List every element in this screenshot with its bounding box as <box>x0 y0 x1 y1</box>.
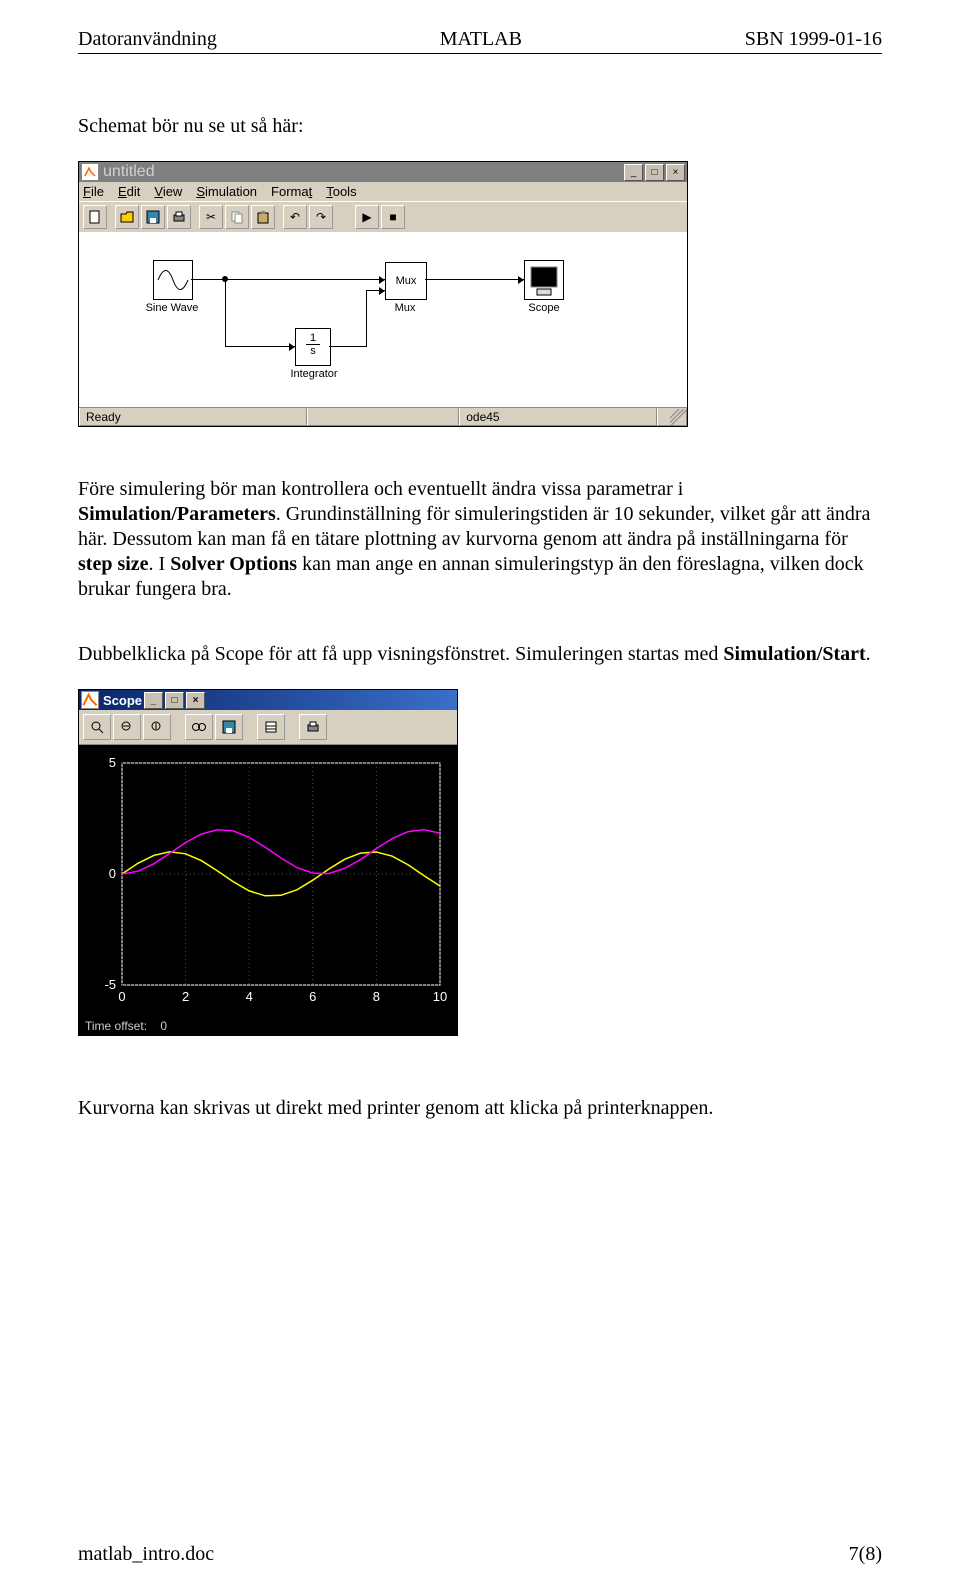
menu-format[interactable]: Format <box>271 184 312 199</box>
play-button[interactable]: ▶ <box>355 205 379 229</box>
block-integrator[interactable]: 1 s <box>295 328 331 366</box>
footer-right: 7(8) <box>849 1543 882 1566</box>
svg-text:0: 0 <box>118 989 125 1004</box>
titlebar: untitled _ □ × <box>79 162 687 182</box>
scope-toolbar <box>79 710 457 745</box>
scope-status: Time offset: 0 <box>79 1017 457 1035</box>
maximize-button[interactable]: □ <box>645 164 664 181</box>
svg-text:0: 0 <box>109 866 116 881</box>
status-progress <box>307 408 459 426</box>
block-scope[interactable] <box>524 260 564 300</box>
block-sine-wave[interactable] <box>153 260 193 300</box>
plot-area: 0246810-505 <box>85 753 451 1013</box>
close-button[interactable]: × <box>666 164 685 181</box>
block-scope-label: Scope <box>519 302 569 314</box>
svg-text:4: 4 <box>246 989 253 1004</box>
scope-close-button[interactable]: × <box>186 692 205 709</box>
page-header: Datoranvändning MATLAB SBN 1999-01-16 <box>78 28 882 54</box>
zoom-x-button[interactable] <box>113 714 141 740</box>
scope-window: Scope _ □ × 0246810-505 Time offset: <box>78 689 458 1036</box>
new-button[interactable] <box>83 205 107 229</box>
block-sine-wave-label: Sine Wave <box>137 302 207 314</box>
time-offset-value: 0 <box>160 1019 167 1033</box>
zoom-in-button[interactable] <box>83 714 111 740</box>
menu-file[interactable]: FFileile <box>83 184 104 199</box>
scope-app-icon <box>81 691 99 709</box>
print-button[interactable] <box>167 205 191 229</box>
stop-button[interactable]: ■ <box>381 205 405 229</box>
status-solver: ode45 <box>459 408 657 426</box>
header-right: SBN 1999-01-16 <box>745 28 882 51</box>
paste-button[interactable] <box>251 205 275 229</box>
svg-text:8: 8 <box>373 989 380 1004</box>
time-offset-label: Time offset: <box>85 1019 147 1033</box>
copy-button[interactable] <box>225 205 249 229</box>
simulink-window: untitled _ □ × FFileile Edit View Simula… <box>78 161 688 427</box>
resize-grip[interactable] <box>657 408 687 426</box>
window-title: untitled <box>103 163 155 181</box>
footer-left: matlab_intro.doc <box>78 1543 214 1566</box>
paragraph-3: Dubbelklicka på Scope för att få upp vis… <box>78 642 882 667</box>
scope-titlebar: Scope _ □ × <box>79 690 457 710</box>
svg-text:-5: -5 <box>104 977 116 992</box>
statusbar: Ready ode45 <box>79 407 687 426</box>
menu-view[interactable]: View <box>154 184 182 199</box>
svg-text:2: 2 <box>182 989 189 1004</box>
redo-button[interactable]: ↷ <box>309 205 333 229</box>
matlab-icon <box>81 163 99 181</box>
autoscale-button[interactable] <box>185 714 213 740</box>
undo-button[interactable]: ↶ <box>283 205 307 229</box>
open-button[interactable] <box>115 205 139 229</box>
block-mux[interactable]: Mux <box>385 262 427 300</box>
paragraph-1: Schemat bör nu se ut så här: <box>78 114 882 139</box>
svg-text:10: 10 <box>433 989 447 1004</box>
block-integrator-label: Integrator <box>279 368 349 380</box>
header-center: MATLAB <box>440 28 522 51</box>
block-mux-label: Mux <box>389 302 421 314</box>
scope-print-button[interactable] <box>299 714 327 740</box>
save-axes-button[interactable] <box>215 714 243 740</box>
properties-button[interactable] <box>257 714 285 740</box>
scope-maximize-button[interactable]: □ <box>165 692 184 709</box>
scope-minimize-button[interactable]: _ <box>144 692 163 709</box>
minimize-button[interactable]: _ <box>624 164 643 181</box>
scope-title: Scope <box>103 693 142 708</box>
cut-button[interactable]: ✂ <box>199 205 223 229</box>
page-footer: matlab_intro.doc 7(8) <box>78 1543 882 1566</box>
save-button[interactable] <box>141 205 165 229</box>
menubar: FFileile Edit View Simulation Format Too… <box>79 182 687 201</box>
scope-plot: 0246810-505 <box>79 745 457 1017</box>
svg-text:5: 5 <box>109 755 116 770</box>
status-ready: Ready <box>79 408 307 426</box>
svg-text:6: 6 <box>309 989 316 1004</box>
toolbar: ✂ ↶ ↷ ▶ ■ <box>79 201 687 232</box>
menu-simulation[interactable]: Simulation <box>196 184 257 199</box>
menu-tools[interactable]: Tools <box>326 184 356 199</box>
header-left: Datoranvändning <box>78 28 217 51</box>
model-canvas[interactable]: Sine Wave 1 s Integrator Mux Mux Scope <box>79 232 687 407</box>
zoom-y-button[interactable] <box>143 714 171 740</box>
menu-edit[interactable]: Edit <box>118 184 140 199</box>
paragraph-4: Kurvorna kan skrivas ut direkt med print… <box>78 1096 882 1121</box>
paragraph-2: Före simulering bör man kontrollera och … <box>78 477 882 602</box>
